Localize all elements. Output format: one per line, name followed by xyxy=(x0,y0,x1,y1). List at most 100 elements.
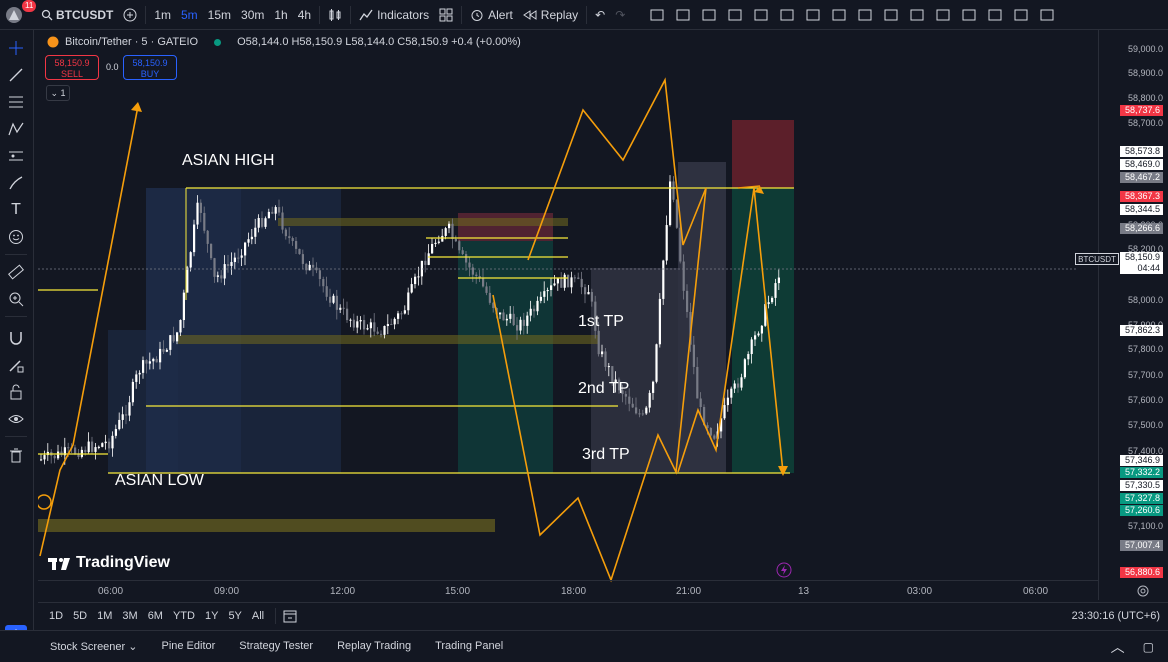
circle-icon[interactable] xyxy=(982,0,1008,29)
left-drawing-toolbar: T xyxy=(0,30,34,630)
candle-body xyxy=(352,319,355,328)
chevron-up-icon[interactable]: ︿ xyxy=(1111,637,1125,657)
candle-body xyxy=(601,351,604,355)
interval-15m[interactable]: 15m xyxy=(203,0,236,29)
zoom-tool[interactable] xyxy=(6,289,26,309)
candle-body xyxy=(91,441,94,452)
horizontal-ray-icon[interactable] xyxy=(826,0,852,29)
time-axis[interactable]: 06:00 09:00 12:00 15:00 18:00 21:00 13 03:00 06:… xyxy=(38,580,1098,601)
alert-button[interactable]: Alert xyxy=(465,0,518,29)
vertical-line-icon[interactable] xyxy=(878,0,904,29)
tab-pine-editor[interactable]: Pine Editor xyxy=(149,640,227,653)
tab-stock-screener[interactable]: Stock Screener ⌄ xyxy=(38,640,149,653)
range-5y[interactable]: 5Y xyxy=(223,610,246,622)
undo-button[interactable]: ↶ xyxy=(590,0,610,29)
candle-body xyxy=(733,383,736,389)
emoji-tool[interactable] xyxy=(6,227,26,247)
candle-body xyxy=(148,361,151,364)
timezone-clock[interactable]: 23:30:16 (UTC+6) xyxy=(1072,610,1160,622)
magnet-tool[interactable] xyxy=(6,328,26,348)
price-tag: 04:44 xyxy=(1120,263,1163,274)
interval-1h[interactable]: 1h xyxy=(269,0,292,29)
interval-5m[interactable]: 5m xyxy=(176,0,203,29)
pattern-tool[interactable] xyxy=(6,119,26,139)
candle-body xyxy=(556,278,559,284)
interval-30m[interactable]: 30m xyxy=(236,0,269,29)
user-avatar[interactable]: 11 xyxy=(0,0,37,29)
candle-body xyxy=(376,331,379,334)
fib-retracement-icon[interactable] xyxy=(696,0,722,29)
price-chart[interactable] xyxy=(38,30,1098,600)
candle-body xyxy=(471,267,474,275)
short-position-icon[interactable] xyxy=(1034,0,1060,29)
chart-type-button[interactable] xyxy=(323,0,347,29)
hide-drawings-tool[interactable] xyxy=(6,409,26,429)
time-label: 09:00 xyxy=(214,586,240,597)
range-5d[interactable]: 5D xyxy=(68,610,92,622)
trend-line-icon[interactable] xyxy=(800,0,826,29)
path-icon[interactable] xyxy=(956,0,982,29)
lightning-icon[interactable] xyxy=(776,562,792,578)
interval-1m[interactable]: 1m xyxy=(149,0,176,29)
candle-body xyxy=(264,218,267,227)
forecast-tool[interactable] xyxy=(6,146,26,166)
candle-body xyxy=(475,274,478,277)
trend-line-tool[interactable] xyxy=(6,65,26,85)
candle-body xyxy=(638,413,641,415)
text-icon[interactable] xyxy=(774,0,800,29)
redo-button[interactable]: ↷ xyxy=(610,0,630,29)
sell-label: SELL xyxy=(60,69,84,79)
candle-body xyxy=(682,261,685,291)
horizontal-lines-icon[interactable] xyxy=(644,0,670,29)
fib-tool[interactable] xyxy=(6,92,26,112)
candle-body xyxy=(363,320,366,330)
candle-body xyxy=(111,435,114,449)
tab-trading-panel[interactable]: Trading Panel xyxy=(423,640,515,653)
grid-icon xyxy=(439,8,453,21)
stay-drawing-tool[interactable] xyxy=(6,355,26,375)
range-3m[interactable]: 3M xyxy=(117,610,142,622)
ruler-tool[interactable] xyxy=(6,262,26,282)
maximize-icon[interactable]: ▢ xyxy=(1143,640,1154,654)
candle-body xyxy=(713,435,716,439)
compare-symbol-button[interactable] xyxy=(118,0,142,29)
asian-low-label: ASIAN LOW xyxy=(115,472,204,489)
collapse-legend-button[interactable]: ⌄ 1 xyxy=(46,85,70,101)
tab-replay-trading[interactable]: Replay Trading xyxy=(325,640,423,653)
candle-body xyxy=(403,310,406,314)
range-all[interactable]: All xyxy=(247,610,269,622)
tp1-label: 1st TP xyxy=(578,313,624,330)
alert-label: Alert xyxy=(488,7,513,22)
flag-icon[interactable] xyxy=(748,0,774,29)
candle-body xyxy=(648,392,651,408)
tab-strategy-tester[interactable]: Strategy Tester xyxy=(227,640,325,653)
replay-button[interactable]: Replay xyxy=(518,0,583,29)
crosshair-tool[interactable] xyxy=(6,38,26,58)
lock-drawings-tool[interactable] xyxy=(6,382,26,402)
bars-pattern-icon[interactable] xyxy=(722,0,748,29)
candle-body xyxy=(414,276,417,285)
axis-settings-icon[interactable] xyxy=(1136,584,1150,598)
indicators-button[interactable]: Indicators xyxy=(354,0,434,29)
interval-4h[interactable]: 4h xyxy=(293,0,316,29)
range-1d[interactable]: 1D xyxy=(44,610,68,622)
sell-button[interactable]: 58,150.9 SELL xyxy=(45,55,99,80)
candle-body xyxy=(169,335,172,350)
brush-tool[interactable] xyxy=(6,173,26,193)
ohlc-values: O58,144.0 H58,150.9 L58,144.0 C58,150.9 … xyxy=(237,36,521,48)
buy-button[interactable]: 58,150.9 BUY xyxy=(123,55,177,80)
long-position-icon[interactable] xyxy=(1008,0,1034,29)
range-6m[interactable]: 6M xyxy=(143,610,168,622)
brush-icon[interactable] xyxy=(904,0,930,29)
table-icon[interactable] xyxy=(670,0,696,29)
symbol-search-button[interactable]: BTCUSDT xyxy=(36,0,118,29)
remove-drawings-tool[interactable] xyxy=(6,445,26,465)
range-ytd[interactable]: YTD xyxy=(168,610,200,622)
goto-date-icon[interactable] xyxy=(282,608,298,624)
range-1y[interactable]: 1Y xyxy=(200,610,223,622)
range-1m[interactable]: 1M xyxy=(92,610,117,622)
rectangle-icon[interactable] xyxy=(930,0,956,29)
text-tool[interactable]: T xyxy=(6,200,26,220)
horizontal-line-icon[interactable] xyxy=(852,0,878,29)
layouts-button[interactable] xyxy=(434,0,458,29)
